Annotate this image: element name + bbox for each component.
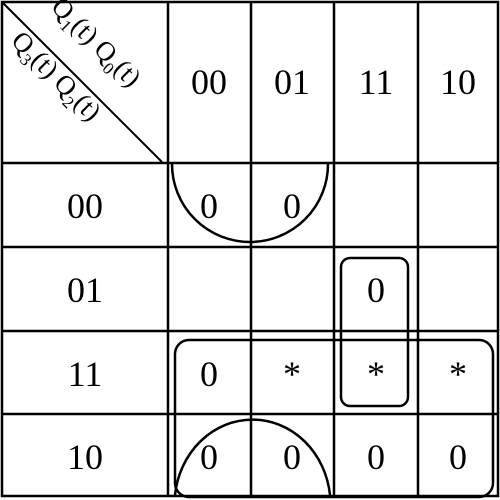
cell-r3-c1: 0 [283,437,301,477]
row-header-01: 01 [67,270,103,310]
cell-r0-c1: 0 [283,186,301,226]
column-header-00: 00 [191,62,227,102]
cell-r2-c3: * [449,354,467,394]
row-header-11: 11 [68,354,103,394]
column-header-01: 01 [274,62,310,102]
karnaugh-map: Q1(t) Q0(t) Q3(t) Q2(t) 00 01 11 10 00 0… [0,0,500,499]
cell-r1-c2: 0 [367,270,385,310]
cell-r3-c2: 0 [367,437,385,477]
row-header-00: 00 [67,186,103,226]
cell-r2-c2: * [367,354,385,394]
cell-r0-c0: 0 [200,186,218,226]
cell-r3-c0: 0 [200,437,218,477]
cell-r2-c0: 0 [200,354,218,394]
group-row10-bottom-half-loop [173,418,332,496]
column-header-11: 11 [359,62,394,102]
cell-r3-c3: 0 [449,437,467,477]
cell-r2-c1: * [283,354,301,394]
row-header-10: 10 [67,437,103,477]
column-header-10: 10 [440,62,476,102]
